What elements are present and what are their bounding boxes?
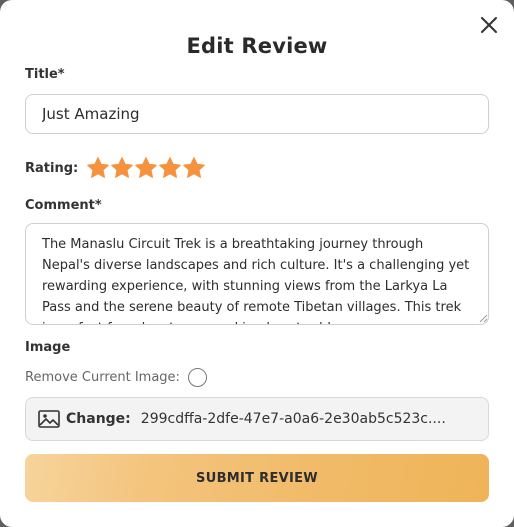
comment-label: Comment* xyxy=(25,198,102,213)
title-label: Title* xyxy=(25,67,65,82)
rating-stars xyxy=(86,156,206,180)
change-label: Change: xyxy=(66,411,131,427)
submit-review-button[interactable]: SUBMIT REVIEW xyxy=(25,454,489,502)
remove-image-label: Remove Current Image: xyxy=(25,370,180,385)
comment-textarea[interactable]: The Manaslu Circuit Trek is a breathtaki… xyxy=(25,223,489,325)
star-icon[interactable] xyxy=(134,156,158,180)
file-name: 299cdffa-2dfe-47e7-a0a6-2e30ab5c523c.... xyxy=(140,411,446,427)
remove-image-row: Remove Current Image: xyxy=(25,368,207,387)
image-icon xyxy=(38,410,60,428)
image-label: Image xyxy=(25,340,71,355)
rating-row: Rating: xyxy=(25,155,206,181)
modal-title: Edit Review xyxy=(186,34,328,58)
title-input[interactable] xyxy=(25,94,489,134)
remove-image-checkbox[interactable] xyxy=(187,368,207,387)
star-icon[interactable] xyxy=(182,156,206,180)
rating-label: Rating: xyxy=(25,160,79,176)
resize-grip-icon[interactable] xyxy=(478,313,488,323)
edit-review-modal: Edit Review Title* Rating: Comment* The … xyxy=(0,0,514,527)
change-image-button[interactable]: Change: 299cdffa-2dfe-47e7-a0a6-2e30ab5c… xyxy=(25,397,489,441)
star-icon[interactable] xyxy=(158,156,182,180)
star-icon[interactable] xyxy=(86,156,110,180)
star-icon[interactable] xyxy=(110,156,134,180)
